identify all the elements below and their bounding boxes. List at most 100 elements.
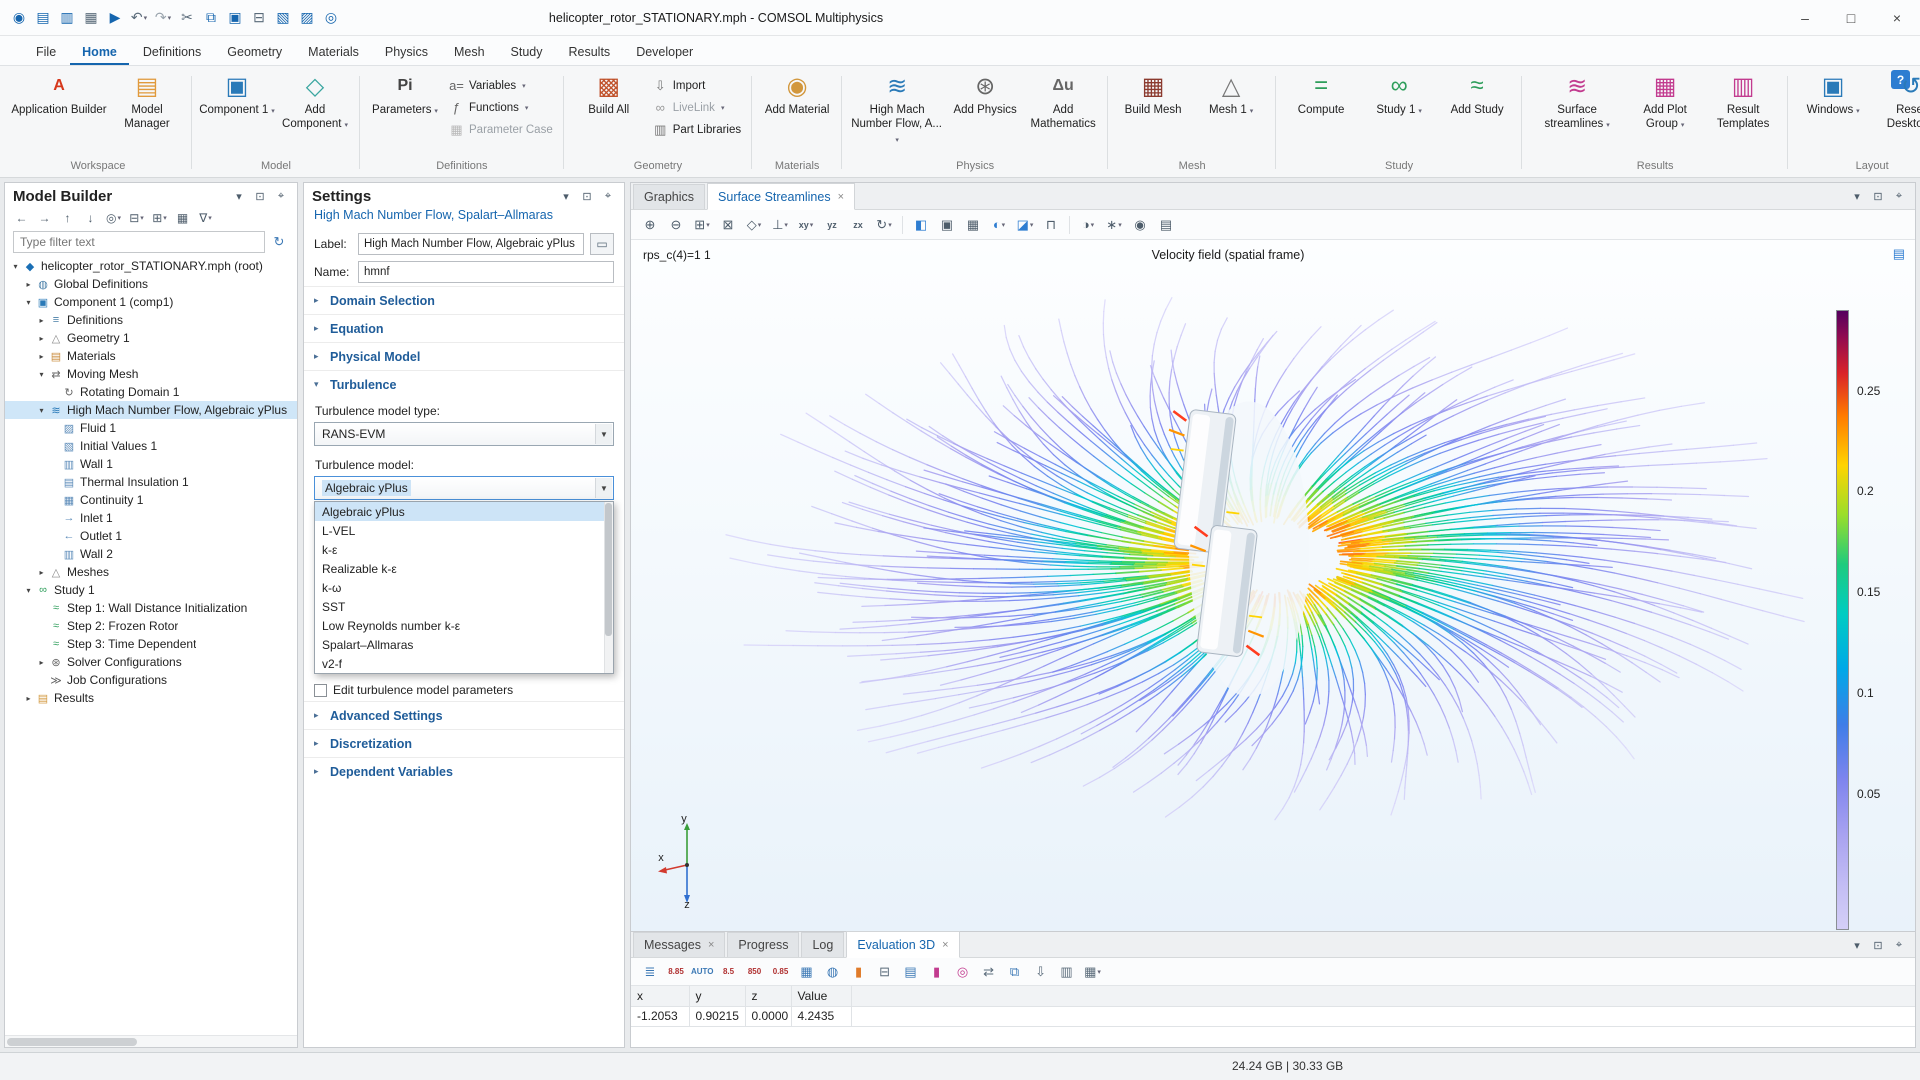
- cut-icon[interactable]: ✂: [176, 6, 198, 30]
- ribbon-button-reset-desktop[interactable]: ↺Reset Desktop ▾: [1873, 68, 1920, 132]
- zoom-extents-icon[interactable]: ⊠: [717, 213, 739, 237]
- integer-notation-icon[interactable]: 850: [744, 962, 766, 982]
- tab-progress[interactable]: Progress: [727, 932, 799, 957]
- tree-item-moving-mesh[interactable]: ▾⇄Moving Mesh: [5, 365, 297, 383]
- expander-icon[interactable]: ▾: [35, 406, 48, 415]
- horizontal-scrollbar[interactable]: [5, 1035, 297, 1047]
- tab-surface-streamlines[interactable]: Surface Streamlines×: [707, 183, 855, 210]
- close-tab-icon[interactable]: ×: [708, 939, 714, 951]
- turbulence-model-type-select[interactable]: RANS-EVM ▼: [314, 422, 614, 446]
- view-yz-icon[interactable]: yz: [821, 213, 843, 237]
- chevron-down-icon[interactable]: ▾: [231, 189, 247, 205]
- tree-item-meshes[interactable]: ▸△Meshes: [5, 563, 297, 581]
- open-icon[interactable]: ▤: [32, 6, 54, 30]
- menu-tab-home[interactable]: Home: [70, 40, 129, 65]
- collapse-all-icon[interactable]: ⊟▾: [128, 209, 145, 227]
- zoom-in-icon[interactable]: ⊕: [639, 213, 661, 237]
- tree-item-outlet-1[interactable]: ←Outlet 1: [5, 527, 297, 545]
- tree-item-step-3-time-dependent[interactable]: ≈Step 3: Time Dependent: [5, 635, 297, 653]
- paste-icon[interactable]: ▣: [224, 6, 246, 30]
- filter-input[interactable]: [13, 231, 265, 253]
- tree-item-component-1-comp1[interactable]: ▾▣Component 1 (comp1): [5, 293, 297, 311]
- tree-item-initial-values-1[interactable]: ▧Initial Values 1: [5, 437, 297, 455]
- dropdown-option-realizable-k[interactable]: Realizable k-ε: [315, 559, 613, 578]
- tree-item-wall-1[interactable]: ▥Wall 1: [5, 455, 297, 473]
- ribbon-button-build-all[interactable]: ▩Build All: [571, 68, 647, 117]
- expander-icon[interactable]: ▾: [22, 586, 35, 595]
- zoom-box-icon[interactable]: ⊞▾: [691, 213, 713, 237]
- label-input[interactable]: [358, 233, 584, 255]
- ribbon-button-functions[interactable]: ƒFunctions▾: [445, 98, 557, 117]
- tree-item-continuity-1[interactable]: ▦Continuity 1: [5, 491, 297, 509]
- tree-item-materials[interactable]: ▸▤Materials: [5, 347, 297, 365]
- tree-item-solver-configurations[interactable]: ▸⊛Solver Configurations: [5, 653, 297, 671]
- tree-item-inlet-1[interactable]: →Inlet 1: [5, 509, 297, 527]
- clip-plane-icon[interactable]: ◪▾: [1014, 213, 1036, 237]
- tree-item-high-mach-number-flow-algebraic-yplus[interactable]: ▾≋High Mach Number Flow, Algebraic yPlus: [5, 401, 297, 419]
- update-plot-icon[interactable]: ↻▾: [873, 213, 895, 237]
- menu-tab-file[interactable]: File: [24, 40, 68, 65]
- ribbon-button-model-manager[interactable]: ▤Model Manager: [109, 68, 185, 132]
- tree-item-helicopter-rotor-stationary-mph-root[interactable]: ▾◆helicopter_rotor_STATIONARY.mph (root): [5, 257, 297, 275]
- section-header-advanced-settings[interactable]: ▸Advanced Settings: [304, 702, 624, 729]
- expander-icon[interactable]: ▸: [35, 658, 48, 667]
- node-text-icon[interactable]: ▦: [174, 209, 191, 227]
- show-grid-icon[interactable]: ▦: [962, 213, 984, 237]
- table-row[interactable]: -1.20530.902150.00004.2435: [631, 1006, 1915, 1026]
- float-panel-icon[interactable]: ⊡: [1870, 188, 1886, 204]
- ribbon-button-part-libraries[interactable]: ▥Part Libraries: [649, 120, 745, 139]
- section-header-discretization[interactable]: ▸Discretization: [304, 730, 624, 757]
- ribbon-button-result-templates[interactable]: ▥Result Templates: [1705, 68, 1781, 132]
- back-icon[interactable]: ←: [13, 209, 30, 227]
- dropdown-option-k[interactable]: k-ω: [315, 578, 613, 597]
- go-to-default-view-icon[interactable]: ◇▾: [743, 213, 765, 237]
- maximize-button[interactable]: □: [1828, 0, 1874, 36]
- tree-item-step-2-frozen-rotor[interactable]: ≈Step 2: Frozen Rotor: [5, 617, 297, 635]
- ribbon-button-add-mathematics[interactable]: ΔuAdd Mathematics: [1025, 68, 1101, 132]
- tree-item-fluid-1[interactable]: ▨Fluid 1: [5, 419, 297, 437]
- dropdown-scrollbar[interactable]: [604, 502, 613, 673]
- redo-icon[interactable]: ↷▾: [152, 6, 174, 30]
- graphics-canvas[interactable]: rps_c(4)=1 1 Velocity field (spatial fra…: [631, 240, 1915, 931]
- close-tab-icon[interactable]: ×: [838, 191, 844, 203]
- pin-icon[interactable]: ⌖: [1891, 188, 1907, 204]
- pin-icon[interactable]: ⌖: [273, 189, 289, 205]
- ribbon-button-compute[interactable]: =Compute: [1283, 68, 1359, 117]
- forward-icon[interactable]: →: [36, 209, 53, 227]
- expander-icon[interactable]: ▾: [22, 298, 35, 307]
- expander-icon[interactable]: ▾: [9, 262, 22, 271]
- ribbon-button-add-study[interactable]: ≈Add Study: [1439, 68, 1515, 117]
- scene-settings-icon[interactable]: ∗▾: [1103, 213, 1125, 237]
- tree-item-step-1-wall-distance-initialization[interactable]: ≈Step 1: Wall Distance Initialization: [5, 599, 297, 617]
- minimize-button[interactable]: –: [1782, 0, 1828, 36]
- tree-item-global-definitions[interactable]: ▸◍Global Definitions: [5, 275, 297, 293]
- delete-icon[interactable]: ⊟: [248, 6, 270, 30]
- section-header-physical-model[interactable]: ▸Physical Model: [304, 343, 624, 370]
- ribbon-button-study-1[interactable]: ∞Study 1 ▾: [1361, 68, 1437, 117]
- expander-icon[interactable]: ▸: [35, 568, 48, 577]
- ribbon-button-mesh-1[interactable]: △Mesh 1 ▾: [1193, 68, 1269, 117]
- ribbon-button-variables[interactable]: a=Variables▾: [445, 76, 557, 95]
- tree-item-definitions[interactable]: ▸≡Definitions: [5, 311, 297, 329]
- lock-view-icon[interactable]: ⊓: [1040, 213, 1062, 237]
- tree-item-rotating-domain-1[interactable]: ↻Rotating Domain 1: [5, 383, 297, 401]
- streamline-plot[interactable]: [631, 240, 1915, 931]
- menu-tab-definitions[interactable]: Definitions: [131, 40, 213, 65]
- pin-icon[interactable]: ⌖: [1891, 937, 1907, 953]
- tab-log[interactable]: Log: [801, 932, 844, 957]
- table-graph-icon[interactable]: ▤: [900, 962, 922, 982]
- automatic-notation-icon[interactable]: AUTO: [691, 962, 714, 982]
- dropdown-option-low-reynolds-number-k[interactable]: Low Reynolds number k-ε: [315, 616, 613, 635]
- tree-item-wall-2[interactable]: ▥Wall 2: [5, 545, 297, 563]
- expander-icon[interactable]: ▸: [22, 694, 35, 703]
- ribbon-button-application-builder[interactable]: AApplication Builder: [11, 68, 107, 117]
- chevron-down-icon[interactable]: ▾: [558, 189, 574, 205]
- delete-table-icon[interactable]: ⊟: [874, 962, 896, 982]
- float-panel-icon[interactable]: ⊡: [1870, 937, 1886, 953]
- more-table-icon[interactable]: ▦▾: [1082, 962, 1104, 982]
- copy-table-icon[interactable]: ⧉: [1004, 962, 1026, 982]
- arrange-icon[interactable]: ⇄: [978, 962, 1000, 982]
- transparency-icon[interactable]: ◧: [910, 213, 932, 237]
- orthographic-projection-icon[interactable]: ⊥▾: [769, 213, 791, 237]
- ribbon-button-add-material[interactable]: ◉Add Material: [759, 68, 835, 117]
